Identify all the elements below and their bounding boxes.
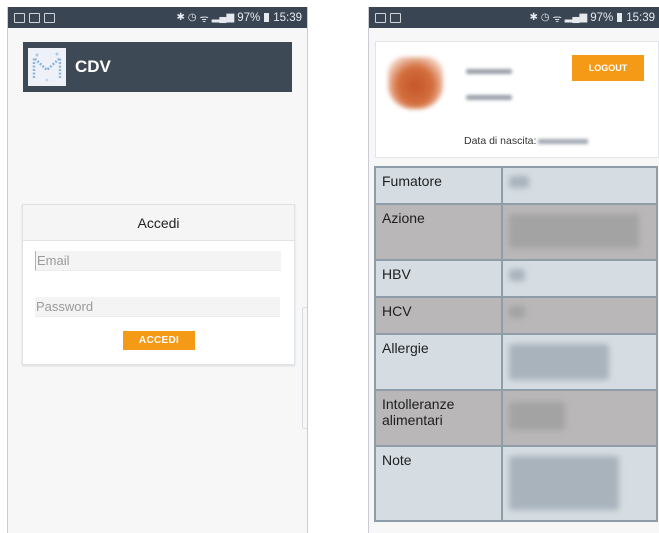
clock: 15:39	[626, 11, 655, 24]
screenshot-notification-icon	[29, 12, 40, 23]
table-row: Azione	[374, 203, 658, 261]
password-field[interactable]	[35, 297, 280, 317]
row-label-allergie: Allergie	[374, 333, 503, 391]
row-value	[501, 259, 658, 298]
status-bar: ✱ ◷ ᯤ ▂▄▆ 97% 15:39	[369, 7, 659, 28]
medical-info-table: Fumatore Azione HBV HCV Allergie Intolle…	[374, 166, 658, 522]
table-row: HCV	[374, 296, 658, 335]
battery-icon	[617, 13, 623, 22]
login-card-title: Accedi	[23, 205, 294, 241]
row-value	[501, 333, 658, 391]
row-label-azione: Azione	[374, 203, 503, 261]
battery-icon	[264, 13, 270, 22]
table-row: HBV	[374, 259, 658, 298]
wifi-icon: ᯤ	[199, 13, 209, 25]
row-label-hcv: HCV	[374, 296, 503, 335]
bluetooth-icon: ✱	[529, 12, 538, 23]
status-bar: ✱ ◷ ᯤ ▂▄▆ 97% 15:39	[8, 7, 307, 28]
row-value	[501, 203, 658, 261]
table-row: Note	[374, 445, 658, 522]
accedi-button[interactable]: ACCEDI	[123, 331, 195, 350]
gallery-notification-icon	[14, 12, 25, 23]
row-value	[501, 389, 658, 447]
signal-icon: ▂▄▆	[211, 12, 235, 23]
table-row: Fumatore	[374, 166, 658, 205]
video-notification-icon	[390, 12, 401, 23]
email-field[interactable]	[35, 251, 281, 271]
avatar	[388, 57, 443, 109]
side-scroll-handle[interactable]	[302, 307, 307, 429]
table-row: Allergie	[374, 333, 658, 391]
logout-button[interactable]: LOGOUT	[572, 55, 644, 81]
profile-screen: ✱ ◷ ᯤ ▂▄▆ 97% 15:39 LOGOUT Data di nasci…	[368, 7, 659, 533]
app-title: CDV	[75, 57, 111, 76]
row-value	[501, 166, 658, 205]
bluetooth-icon: ✱	[176, 12, 185, 23]
row-label-fumatore: Fumatore	[374, 166, 503, 205]
date-of-birth: Data di nascita:	[464, 135, 589, 147]
login-screen: ✱ ◷ ᯤ ▂▄▆ 97% 15:39 CDV Accedi ACCEDI	[7, 7, 308, 533]
redacted-dob	[538, 138, 589, 144]
row-label-note: Note	[374, 445, 503, 522]
wifi-icon: ᯤ	[552, 13, 562, 25]
clock: 15:39	[273, 11, 302, 24]
redacted-name	[466, 69, 512, 74]
row-value	[501, 445, 658, 522]
row-label-hbv: HBV	[374, 259, 503, 298]
battery-percent: 97%	[590, 11, 614, 24]
signal-icon: ▂▄▆	[564, 12, 588, 23]
alarm-icon: ◷	[187, 12, 197, 23]
row-value	[501, 296, 658, 335]
table-row: Intolleranze alimentari	[374, 389, 658, 447]
dob-label: Data di nascita:	[464, 135, 537, 147]
row-label-intolleranze: Intolleranze alimentari	[374, 389, 503, 447]
alarm-icon: ◷	[540, 12, 550, 23]
gallery-notification-icon	[375, 12, 386, 23]
video-notification-icon	[44, 12, 55, 23]
battery-percent: 97%	[237, 11, 261, 24]
profile-card: LOGOUT Data di nascita:	[375, 41, 659, 158]
redacted-surname	[466, 95, 512, 100]
app-bar: CDV	[23, 42, 292, 92]
app-logo	[28, 48, 66, 86]
login-card: Accedi ACCEDI	[22, 204, 295, 365]
